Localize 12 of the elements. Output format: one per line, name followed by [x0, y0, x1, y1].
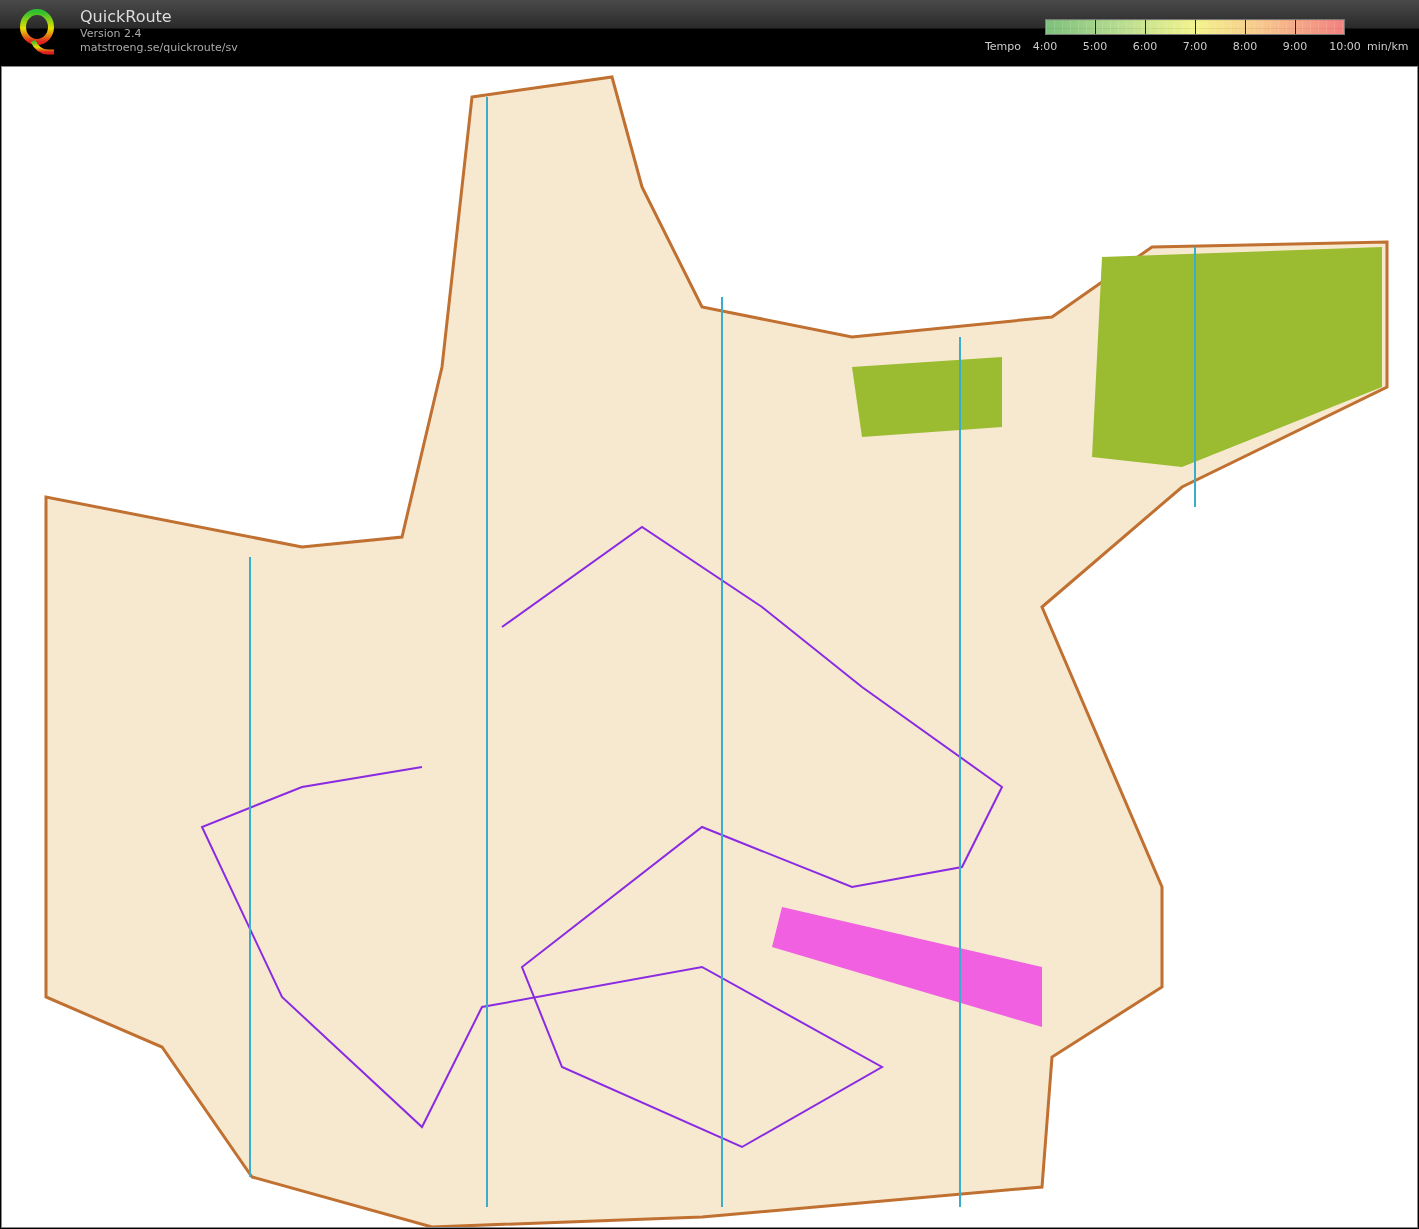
tick-label: 10:00: [1329, 40, 1361, 53]
tick-label: 9:00: [1282, 40, 1308, 53]
legend-label: Tempo: [985, 40, 1022, 53]
app-version: Version 2.4: [80, 27, 143, 41]
legend-unit: min/km: [1367, 40, 1409, 53]
tick-label: 7:00: [1182, 40, 1208, 53]
tick-label: 8:00: [1232, 40, 1258, 53]
tick-label: 4:00: [1032, 40, 1058, 53]
tick-label: 6:00: [1132, 40, 1158, 53]
tick-label: 5:00: [1082, 40, 1108, 53]
app-title: QuickRoute: [80, 7, 173, 27]
app-url: matstroeng.se/quickroute/sv: [80, 41, 238, 55]
